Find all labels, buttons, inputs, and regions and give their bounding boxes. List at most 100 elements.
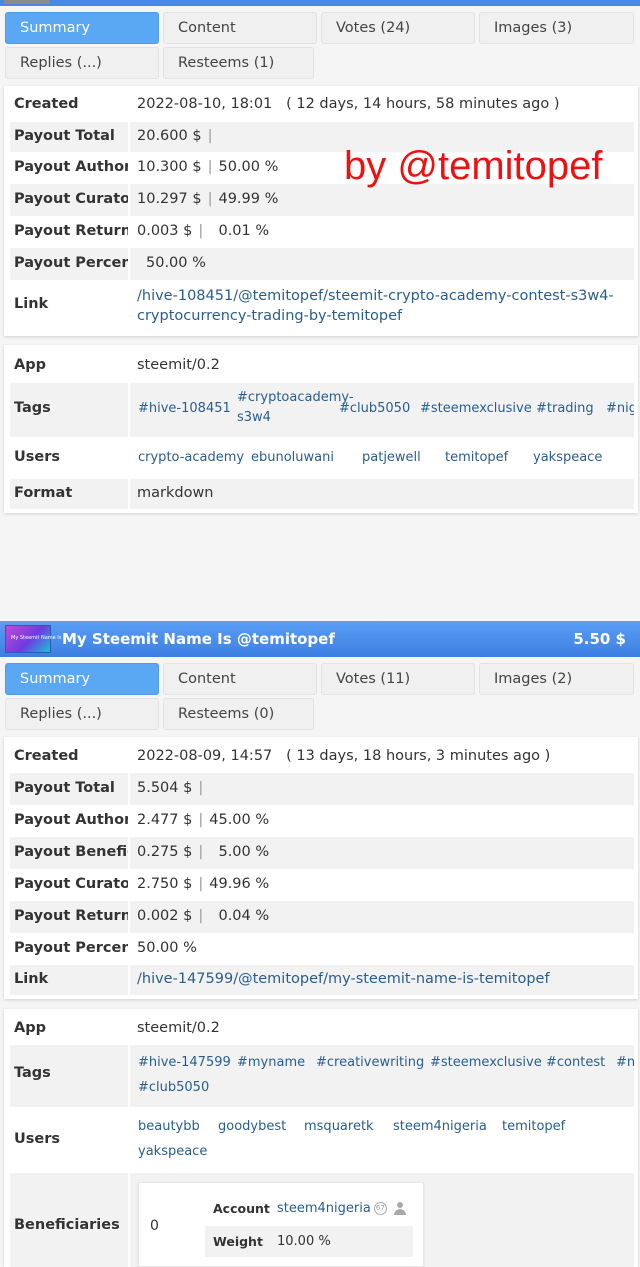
format-value: markdown <box>137 485 214 501</box>
payout-author-pct: 50.00 % <box>218 159 279 175</box>
user-link[interactable]: temitopef <box>445 450 508 465</box>
user-link[interactable]: steem4nigeria <box>393 1119 487 1134</box>
tab-replies[interactable]: Replies (...) <box>5 47 159 79</box>
payout-total-row: Payout Total 5.504 $ | <box>10 773 634 805</box>
users-row: Users crypto-academy ebunoluwani patjewe… <box>10 437 634 479</box>
tab-votes[interactable]: Votes (11) <box>321 663 475 695</box>
benef-weight-row: Weight 10.00 % <box>205 1226 413 1257</box>
user-link[interactable]: crypto-academy <box>138 450 244 465</box>
payout-author-label: Payout Author <box>14 812 128 828</box>
watermark-text: by @temitopef <box>344 144 603 188</box>
format-label: Format <box>14 485 73 501</box>
user-link[interactable]: ebunoluwani <box>251 450 334 465</box>
payout-returned-value: 0.003 $ <box>137 223 193 239</box>
tag-link[interactable]: #ni <box>616 1055 634 1070</box>
payout-returned-row: Payout Returned 0.002 $| 0.04 % <box>10 901 634 933</box>
payout-curators-pct: 49.96 % <box>209 876 270 892</box>
payout-percent-label: Payout Percent S <box>14 255 128 271</box>
payout-beneficiary-value: 0.275 $ <box>137 844 193 860</box>
tag-link[interactable]: #myname <box>237 1055 305 1070</box>
user-link[interactable]: msquaretk <box>304 1119 374 1134</box>
benef-account-row: Account steem4nigeria 67 <box>205 1193 413 1224</box>
payout-author-label: Payout Author <box>14 159 128 175</box>
post-title[interactable]: My Steemit Name Is @temitopef <box>62 621 335 657</box>
app-label: App <box>14 1020 46 1036</box>
post1-meta-panel: App steemit/0.2 Tags #hive-108451 #crypt… <box>4 345 638 513</box>
users-label: Users <box>14 449 61 465</box>
payout-percent-value: 50.00 % <box>146 255 206 271</box>
payout-total-value: 5.504 $ <box>137 780 193 796</box>
tag-link[interactable]: #club5050 <box>339 401 410 416</box>
created-label: Created <box>14 748 79 764</box>
payout-beneficiary-pct: 5.00 % <box>218 844 270 860</box>
tags-row: Tags #hive-147599 #myname #creativewriti… <box>10 1045 634 1107</box>
tag-link[interactable]: #creativewriting <box>316 1055 424 1070</box>
app-row: App steemit/0.2 <box>10 1013 634 1045</box>
tag-link[interactable]: #nige <box>606 401 634 416</box>
user-link[interactable]: patjewell <box>362 450 421 465</box>
payout-author-row: Payout Author 2.477 $ | 45.00 % <box>14 812 270 828</box>
payout-percent-row: Payout Percent S 50.00 % <box>10 248 634 280</box>
tags-label: Tags <box>14 1065 51 1081</box>
user-link[interactable]: yakspeace <box>138 1144 207 1159</box>
link-row: Link /hive-108451/@temitopef/steemit-cry… <box>10 280 634 332</box>
payout-total-label: Payout Total <box>14 780 115 796</box>
payout-total-value: 20.600 $ <box>137 128 202 144</box>
post-link[interactable]: /hive-108451/@temitopef/steemit-crypto-a… <box>137 286 634 326</box>
benef-weight-value: 10.00 % <box>277 1234 331 1249</box>
user-link[interactable]: goodybest <box>218 1119 286 1134</box>
tab-images[interactable]: Images (2) <box>479 663 634 695</box>
payout-returned-label: Payout Returned <box>14 223 128 239</box>
tab-resteems[interactable]: Resteems (0) <box>163 698 314 730</box>
payout-returned-value: 0.002 $ <box>137 908 193 924</box>
post2-header-bar[interactable]: My Steemit Name Is My Steemit Name Is @t… <box>0 621 640 657</box>
tag-link[interactable]: #steemexclusive <box>430 1055 542 1070</box>
post-link[interactable]: /hive-147599/@temitopef/my-steemit-name-… <box>137 971 634 987</box>
tab-content[interactable]: Content <box>163 663 317 695</box>
user-link[interactable]: temitopef <box>502 1119 565 1134</box>
tag-link[interactable]: s3w4 <box>237 410 271 425</box>
tab-images[interactable]: Images (3) <box>479 12 634 44</box>
payout-curators-pct: 49.99 % <box>218 191 279 207</box>
format-row: Format markdown <box>10 479 634 509</box>
user-link[interactable]: beautybb <box>138 1119 200 1134</box>
created-row: Created 2022-08-10, 18:01 ( 12 days, 14 … <box>10 90 634 122</box>
payout-percent-row: Payout Percent S 50.00 % <box>10 933 634 965</box>
payout-author-pct: 45.00 % <box>209 812 270 828</box>
tag-link[interactable]: #hive-108451 <box>138 401 231 416</box>
tag-link[interactable]: #hive-147599 <box>138 1055 231 1070</box>
user-link[interactable]: yakspeace <box>533 450 602 465</box>
tag-link[interactable]: #steemexclusive <box>420 401 532 416</box>
tag-link[interactable]: #trading <box>536 401 594 416</box>
tab-votes[interactable]: Votes (24) <box>321 12 475 44</box>
post-thumbnail[interactable]: My Steemit Name Is <box>5 625 61 653</box>
payout-returned-pct: 0.04 % <box>218 908 270 924</box>
tag-link[interactable]: #cryptoacademy- <box>237 390 354 405</box>
tab-summary[interactable]: Summary <box>5 12 159 44</box>
tab-summary[interactable]: Summary <box>5 663 159 695</box>
tag-link[interactable]: #contest <box>546 1055 605 1070</box>
link-row: Link /hive-147599/@temitopef/my-steemit-… <box>10 965 634 995</box>
payout-beneficiary-label: Payout Beneficia <box>14 844 128 860</box>
payout-returned-label: Payout Returned <box>14 908 128 924</box>
payout-percent-label: Payout Percent S <box>14 940 128 956</box>
created-row: Created 2022-08-09, 14:57 ( 13 days, 18 … <box>10 741 634 773</box>
benef-account-link[interactable]: steem4nigeria <box>277 1201 371 1216</box>
created-label: Created <box>14 96 79 112</box>
beneficiaries-count: 0 <box>150 1218 159 1234</box>
payout-percent-value: 50.00 % <box>137 940 197 956</box>
tab-replies[interactable]: Replies (...) <box>5 698 159 730</box>
app-value: steemit/0.2 <box>137 357 220 373</box>
link-label: Link <box>14 296 49 312</box>
payout-returned-pct: 0.01 % <box>218 223 270 239</box>
created-ago: ( 13 days, 18 hours, 3 minutes ago ) <box>286 748 551 764</box>
page: Summary Content Votes (24) Images (3) Re… <box>0 0 640 1267</box>
payout-curators-value: 10.297 $ <box>137 191 202 207</box>
beneficiaries-card: 0 Account steem4nigeria 67 Weight 10.00 % <box>138 1182 424 1267</box>
benef-weight-label: Weight <box>213 1234 263 1249</box>
top-thumbnail <box>4 0 50 4</box>
tab-content[interactable]: Content <box>163 12 317 44</box>
tag-link[interactable]: #club5050 <box>138 1080 209 1095</box>
tab-resteems[interactable]: Resteems (1) <box>163 47 314 79</box>
post1-summary-panel: Created 2022-08-10, 18:01 ( 12 days, 14 … <box>4 86 638 336</box>
